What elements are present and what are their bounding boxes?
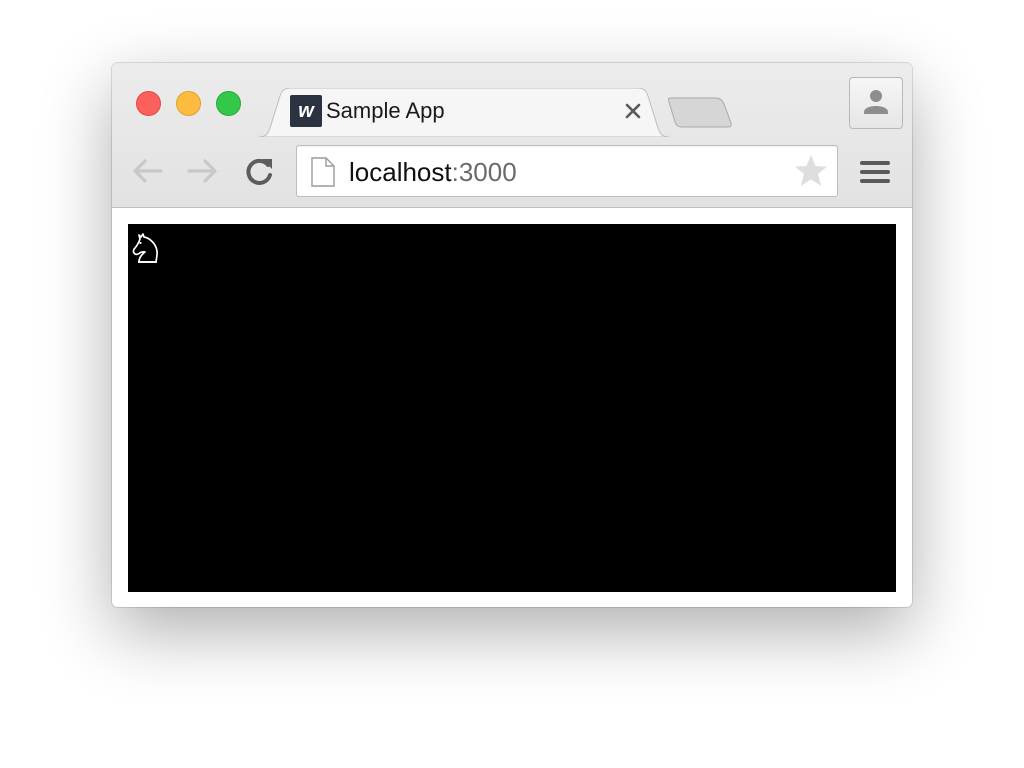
profile-button[interactable] <box>849 77 903 129</box>
zoom-window-button[interactable] <box>216 91 241 116</box>
close-icon[interactable] <box>620 98 646 124</box>
close-window-button[interactable] <box>136 91 161 116</box>
tab-title: Sample App <box>326 98 445 123</box>
reload-icon[interactable] <box>241 153 277 189</box>
hamburger-menu-icon[interactable] <box>858 155 892 189</box>
url-port: :3000 <box>451 157 517 187</box>
browser-chrome: w Sample App localhost:3000 <box>112 63 912 208</box>
person-icon <box>864 90 888 114</box>
new-tab-button[interactable] <box>668 96 734 128</box>
chess-knight-icon <box>132 233 158 263</box>
minimize-window-button[interactable] <box>176 91 201 116</box>
browser-toolbar: localhost:3000 <box>112 137 912 207</box>
tab-strip: w Sample App <box>112 63 912 137</box>
star-icon[interactable] <box>793 153 829 189</box>
url-host: localhost <box>349 157 452 187</box>
favicon: w <box>290 95 322 127</box>
page-viewport <box>112 208 912 607</box>
address-bar[interactable]: localhost:3000 <box>296 145 838 197</box>
app-canvas[interactable] <box>128 224 896 592</box>
page-icon <box>311 157 335 187</box>
address-url: localhost:3000 <box>349 157 517 188</box>
arrow-right-icon[interactable] <box>184 153 220 189</box>
tab-active[interactable]: w Sample App <box>258 88 670 137</box>
arrow-left-icon[interactable] <box>130 153 166 189</box>
browser-window: w Sample App localhost:3000 <box>112 63 912 607</box>
